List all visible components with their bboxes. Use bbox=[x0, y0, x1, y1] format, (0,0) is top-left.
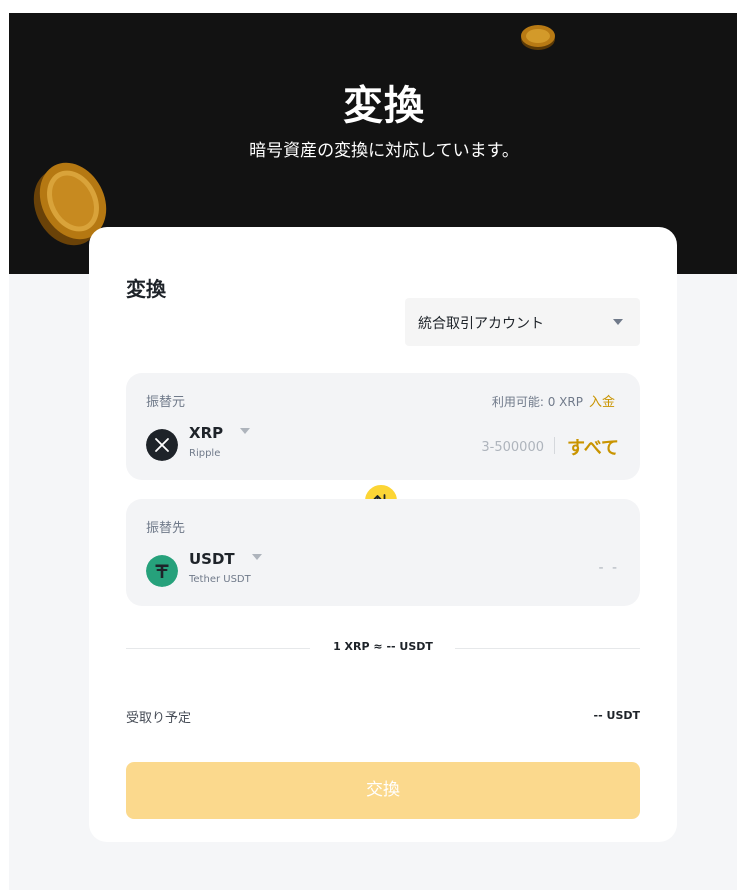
available-text: 利用可能: 0 XRP bbox=[491, 395, 583, 409]
chevron-down-icon bbox=[251, 554, 262, 560]
from-token-selector[interactable]: XRP bbox=[189, 424, 251, 442]
from-token-symbol: XRP bbox=[189, 424, 224, 442]
page: 変換 暗号資産の変換に対応しています。 変換 統合取引アカウント 振替元 利用可… bbox=[9, 13, 737, 890]
from-token-name: Ripple bbox=[189, 448, 221, 459]
card-title: 変換 bbox=[126, 277, 166, 301]
chevron-down-icon bbox=[240, 428, 251, 434]
to-amount: - - bbox=[598, 560, 619, 576]
from-label: 振替元 bbox=[146, 395, 186, 410]
max-button[interactable]: すべて bbox=[567, 434, 619, 460]
from-box: 振替元 利用可能: 0 XRP 入金 XRP Ripple 3-500000 すべ… bbox=[126, 373, 640, 480]
divider bbox=[455, 648, 640, 649]
coin-decoration-icon bbox=[521, 25, 555, 50]
convert-button[interactable]: 交換 bbox=[126, 762, 640, 819]
hero-subtitle: 暗号資産の変換に対応しています。 bbox=[249, 141, 519, 161]
to-token-selector[interactable]: USDT bbox=[189, 550, 262, 568]
divider bbox=[554, 437, 555, 454]
deposit-link[interactable]: 入金 bbox=[589, 395, 615, 410]
to-label: 振替先 bbox=[146, 521, 186, 536]
tether-icon bbox=[146, 555, 178, 587]
hero-title: 変換 bbox=[343, 83, 425, 129]
to-token-symbol: USDT bbox=[189, 550, 235, 568]
exchange-rate: 1 XRP ≈ -- USDT bbox=[333, 640, 433, 653]
account-select[interactable]: 統合取引アカウント bbox=[405, 298, 640, 346]
to-box: 振替先 USDT Tether USDT - - bbox=[126, 499, 640, 606]
xrp-icon bbox=[146, 429, 178, 461]
available-balance: 利用可能: 0 XRP 入金 bbox=[492, 391, 615, 410]
receive-value: -- USDT bbox=[593, 709, 640, 722]
chevron-down-icon bbox=[613, 319, 623, 325]
receive-label: 受取り予定 bbox=[126, 711, 192, 726]
amount-range[interactable]: 3-500000 bbox=[481, 440, 544, 455]
account-select-value: 統合取引アカウント bbox=[418, 316, 544, 332]
to-token-name: Tether USDT bbox=[189, 574, 251, 585]
convert-card: 変換 統合取引アカウント 振替元 利用可能: 0 XRP 入金 XRP Rippl… bbox=[89, 227, 677, 842]
